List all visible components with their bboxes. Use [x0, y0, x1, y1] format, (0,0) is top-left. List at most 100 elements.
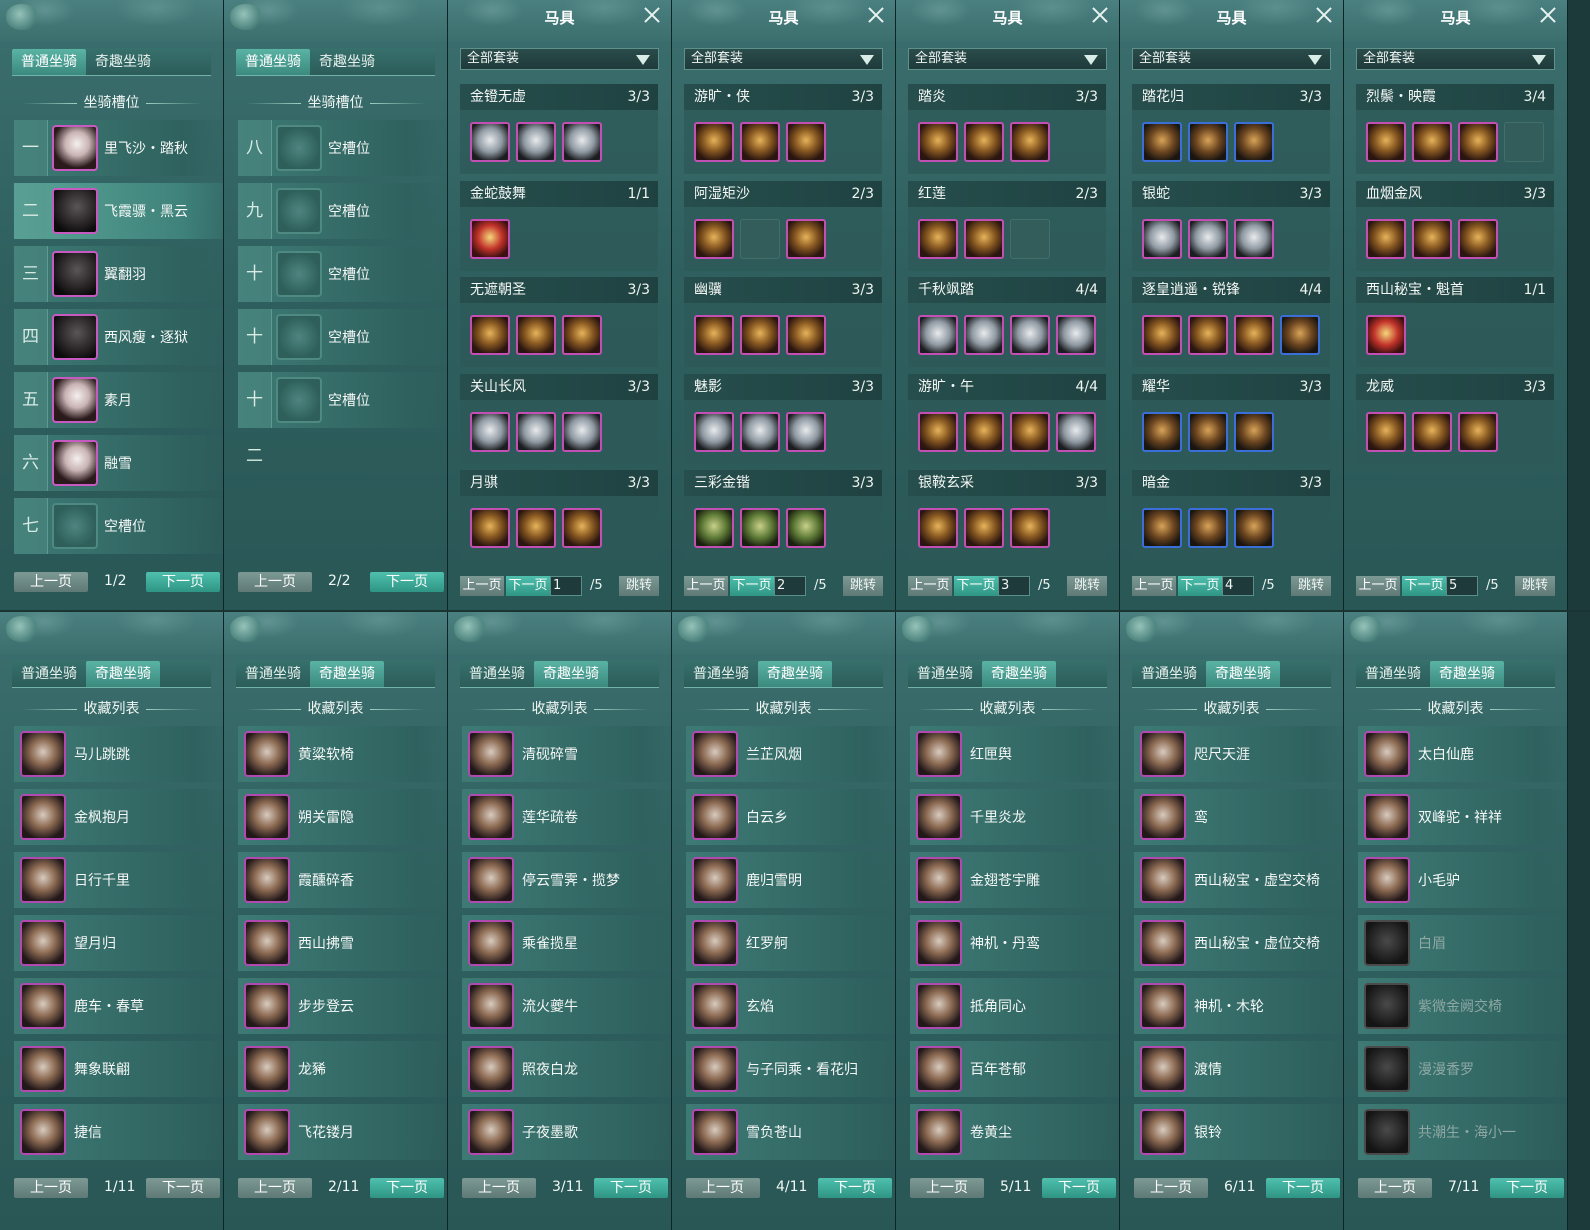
gear-set-filter-dropdown[interactable]: 全部套装 — [684, 48, 883, 70]
gear-item-icon[interactable] — [786, 218, 826, 259]
gear-item-icon[interactable] — [470, 508, 510, 548]
mount-slot-row[interactable]: 七 空槽位 — [14, 498, 223, 554]
mount-slot-row[interactable]: 十一 空槽位 — [238, 309, 447, 403]
mount-slot-row[interactable]: 九 空槽位 — [238, 183, 447, 239]
collection-list-item[interactable]: 清砚碎雪 — [462, 726, 671, 782]
gear-item-icon[interactable] — [516, 122, 556, 162]
jump-button[interactable]: 跳转 — [843, 576, 883, 596]
mount-slot-row[interactable]: 八 空槽位 — [238, 120, 447, 176]
gear-item-icon[interactable] — [1412, 411, 1452, 452]
gear-item-icon[interactable] — [740, 122, 780, 162]
gear-set-card[interactable]: 魅影 3/3 — [684, 373, 882, 464]
next-page-button[interactable]: 下一页 — [506, 576, 550, 596]
gear-set-card[interactable]: 无遮朝圣 3/3 — [460, 277, 658, 367]
gear-item-icon[interactable] — [694, 315, 734, 355]
gear-item-icon[interactable] — [918, 411, 958, 452]
next-page-button[interactable]: 下一页 — [594, 1178, 668, 1198]
prev-page-button[interactable]: 上一页 — [238, 572, 312, 592]
gear-item-icon[interactable] — [964, 122, 1004, 162]
gear-item-icon[interactable] — [1188, 122, 1228, 162]
collection-list-item[interactable]: 红罗舸 — [686, 915, 895, 971]
prev-page-button[interactable]: 上一页 — [910, 1178, 984, 1198]
gear-item-icon[interactable] — [1010, 411, 1050, 452]
gear-item-icon[interactable] — [918, 218, 958, 259]
collection-list-item[interactable]: 黄粱软椅 — [238, 726, 447, 782]
tab-normal-mounts[interactable]: 普通坐骑 — [460, 661, 534, 687]
gear-set-filter-dropdown[interactable]: 全部套装 — [1132, 48, 1331, 70]
gear-item-icon[interactable] — [786, 411, 826, 452]
gear-set-card[interactable]: 红莲 2/3 — [908, 180, 1106, 271]
collection-list-item[interactable]: 雪负苍山 — [686, 1104, 895, 1160]
gear-item-icon[interactable] — [516, 508, 556, 548]
gear-item-icon[interactable] — [964, 508, 1004, 548]
prev-page-button[interactable]: 上一页 — [238, 1178, 312, 1198]
gear-item-icon[interactable] — [1010, 508, 1050, 548]
gear-item-icon[interactable] — [1234, 411, 1274, 452]
collection-list-item[interactable]: 白眉 — [1358, 915, 1567, 971]
prev-page-button[interactable]: 上一页 — [1356, 576, 1400, 596]
collection-list-item[interactable]: 银铃 — [1134, 1104, 1343, 1160]
mount-slot-row[interactable]: 三 翼翻羽 — [14, 246, 223, 302]
gear-set-card[interactable]: 银鞍玄采 3/3 — [908, 470, 1106, 560]
gear-set-card[interactable]: 金蛇鼓舞 1/1 — [460, 180, 658, 271]
gear-item-icon[interactable] — [1458, 122, 1498, 162]
gear-item-icon[interactable] — [694, 508, 734, 548]
collection-list-item[interactable]: 日行千里 — [14, 852, 223, 908]
gear-item-icon[interactable] — [1188, 411, 1228, 452]
next-page-button[interactable]: 下一页 — [1042, 1178, 1116, 1198]
collection-list-item[interactable]: 紫微金阙交椅 — [1358, 978, 1567, 1034]
collection-list-item[interactable]: 龙豨 — [238, 1041, 447, 1097]
next-page-button[interactable]: 下一页 — [146, 572, 220, 592]
gear-item-icon[interactable] — [786, 508, 826, 548]
collection-list-item[interactable]: 漫漫香罗 — [1358, 1041, 1567, 1097]
close-icon[interactable] — [1537, 4, 1559, 26]
collection-list-item[interactable]: 步步登云 — [238, 978, 447, 1034]
gear-item-icon[interactable] — [1412, 122, 1452, 162]
tab-fun-mounts[interactable]: 奇趣坐骑 — [534, 660, 608, 687]
gear-item-icon[interactable] — [918, 508, 958, 548]
collection-list-item[interactable]: 西山拂雪 — [238, 915, 447, 971]
gear-item-icon[interactable] — [562, 122, 602, 162]
gear-item-icon[interactable] — [1010, 122, 1050, 162]
gear-item-icon[interactable] — [1142, 218, 1182, 259]
gear-item-icon[interactable] — [516, 315, 556, 355]
prev-page-button[interactable]: 上一页 — [14, 1178, 88, 1198]
collection-list-item[interactable]: 鹿车・春草 — [14, 978, 223, 1034]
collection-list-item[interactable]: 渡情 — [1134, 1041, 1343, 1097]
mount-slot-row[interactable]: 二 飞霞骠・黑云 — [14, 183, 223, 239]
gear-item-icon[interactable] — [1234, 122, 1274, 162]
collection-list-item[interactable]: 流火夔牛 — [462, 978, 671, 1034]
prev-page-button[interactable]: 上一页 — [684, 576, 728, 596]
gear-set-card[interactable]: 暗金 3/3 — [1132, 470, 1330, 560]
tab-fun-mounts[interactable]: 奇趣坐骑 — [310, 49, 384, 75]
collection-list-item[interactable]: 与子同乘・看花归 — [686, 1041, 895, 1097]
prev-page-button[interactable]: 上一页 — [908, 576, 952, 596]
gear-item-icon[interactable] — [1010, 315, 1050, 355]
mount-slot-row[interactable]: 六 融雪 — [14, 435, 223, 491]
gear-set-card[interactable]: 烈鬃・映霞 3/4 — [1356, 84, 1554, 174]
gear-item-icon[interactable] — [964, 315, 1004, 355]
gear-item-icon[interactable] — [786, 122, 826, 162]
collection-list-item[interactable]: 捷信 — [14, 1104, 223, 1160]
gear-set-card[interactable]: 耀华 3/3 — [1132, 373, 1330, 464]
page-number-input[interactable]: 1 — [550, 576, 582, 596]
gear-item-icon[interactable] — [1142, 411, 1182, 452]
gear-item-icon[interactable] — [786, 315, 826, 355]
next-page-button[interactable]: 下一页 — [1490, 1178, 1564, 1198]
gear-item-icon[interactable] — [1188, 218, 1228, 259]
collection-list-item[interactable]: 飞花镂月 — [238, 1104, 447, 1160]
mount-slot-row[interactable]: 一 里飞沙・踏秋 — [14, 120, 223, 176]
gear-set-card[interactable]: 三彩金锴 3/3 — [684, 470, 882, 560]
gear-item-icon[interactable] — [740, 508, 780, 548]
collection-list-item[interactable]: 兰芷风烟 — [686, 726, 895, 782]
tab-normal-mounts[interactable]: 普通坐骑 — [1132, 661, 1206, 687]
collection-list-item[interactable]: 西山秘宝・虚空交椅 — [1134, 852, 1343, 908]
next-page-button[interactable]: 下一页 — [1178, 576, 1222, 596]
gear-item-icon[interactable] — [1142, 122, 1182, 162]
collection-list-item[interactable]: 马儿跳跳 — [14, 726, 223, 782]
collection-list-item[interactable]: 望月归 — [14, 915, 223, 971]
tab-normal-mounts[interactable]: 普通坐骑 — [12, 48, 86, 75]
gear-set-card[interactable]: 游旷・侠 3/3 — [684, 84, 882, 174]
gear-item-icon[interactable] — [964, 218, 1004, 259]
gear-item-icon[interactable] — [918, 122, 958, 162]
